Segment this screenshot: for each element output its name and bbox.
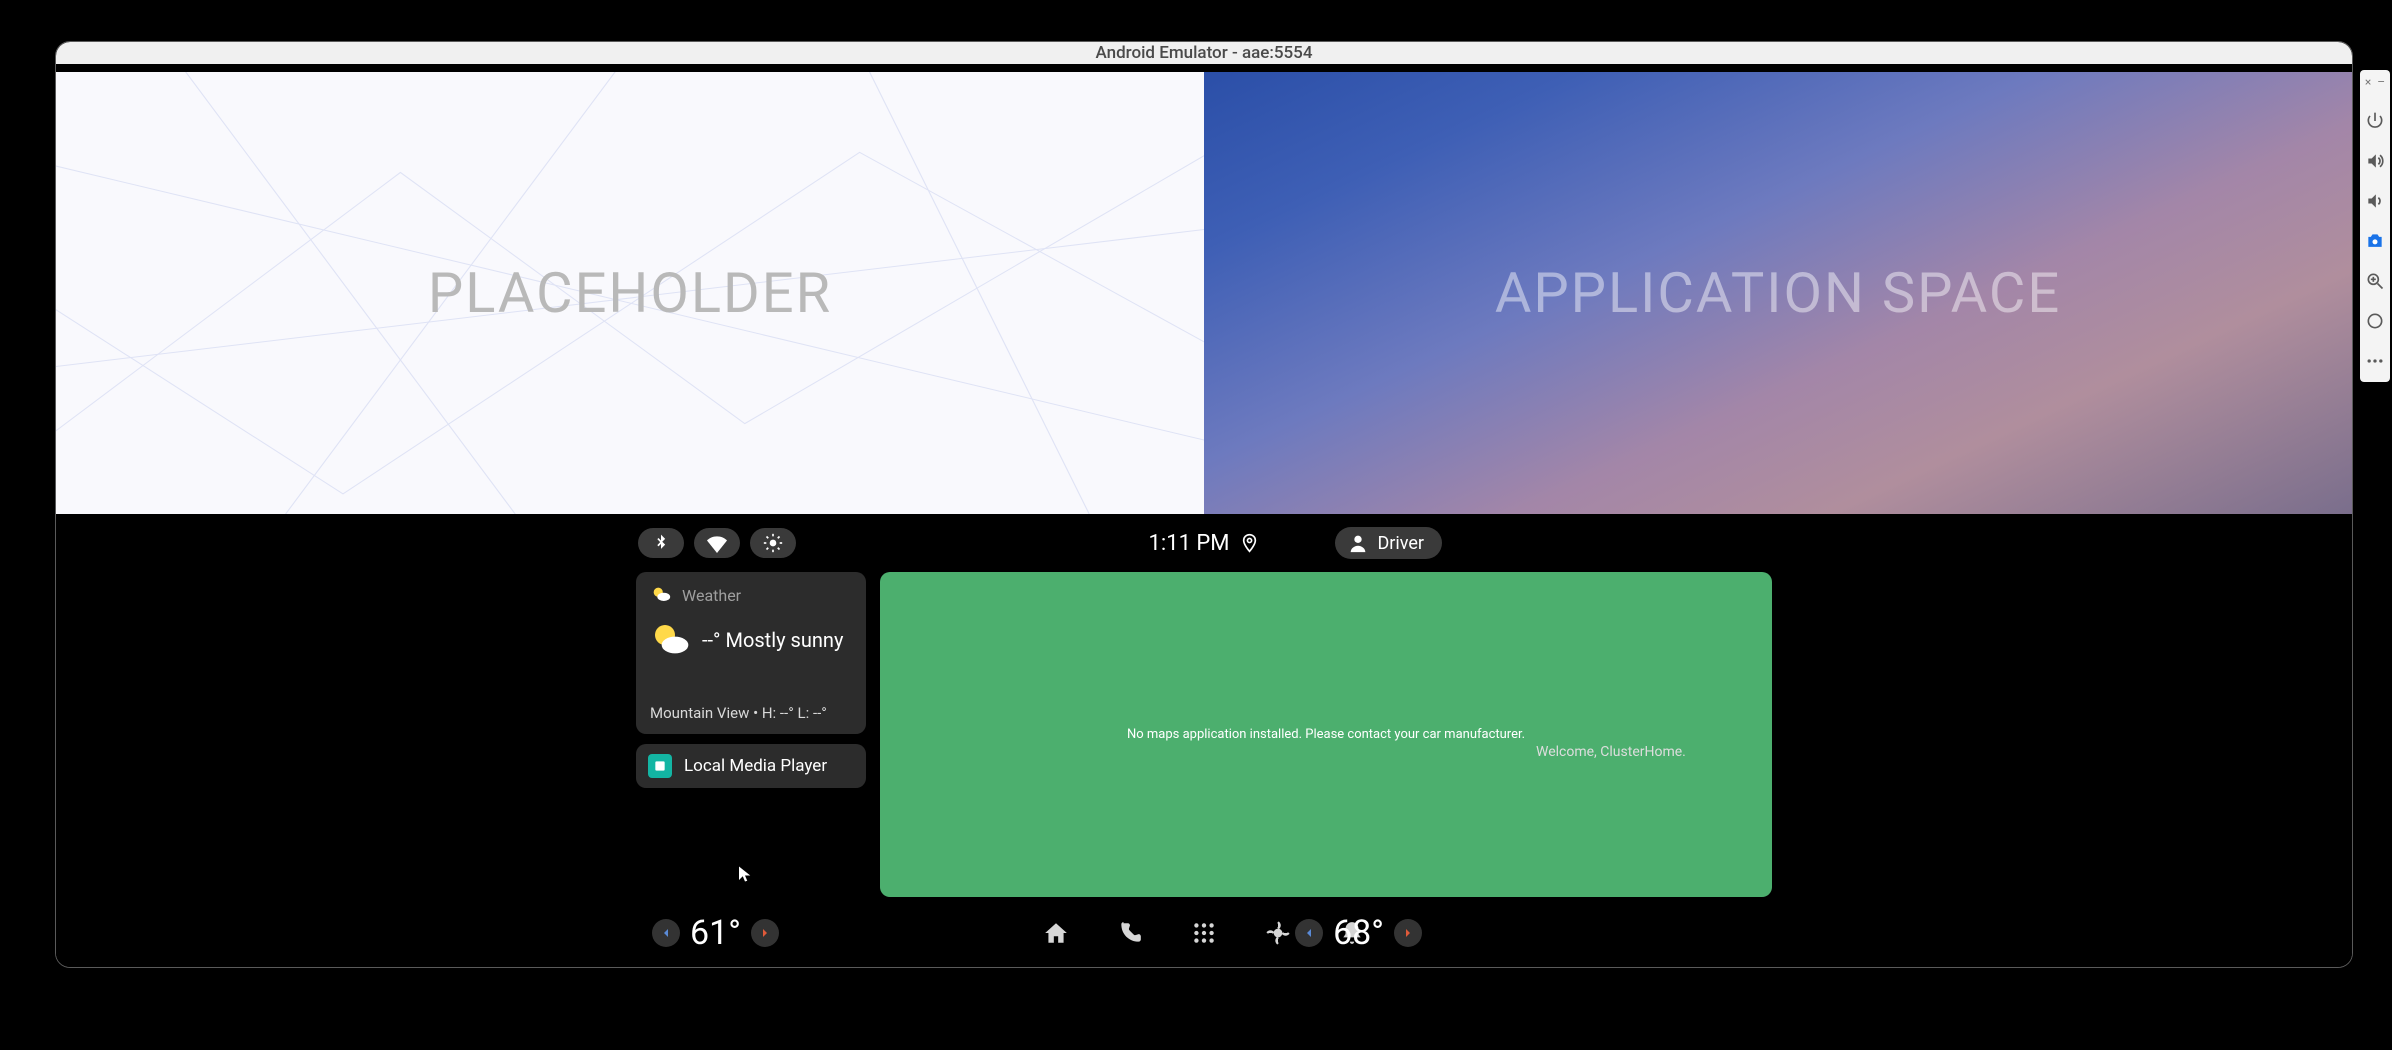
emulator-window: Android Emulator - aae:5554 (56, 42, 2352, 967)
temp-right-up[interactable] (1394, 919, 1422, 947)
phone-button[interactable] (1116, 919, 1144, 947)
welcome-text: Welcome, ClusterHome. (1536, 744, 1686, 760)
user-label: Driver (1377, 533, 1424, 554)
weather-main: --° Mostly sunny (650, 620, 852, 660)
back-button[interactable] (2364, 310, 2386, 332)
climate-right: 68° (1295, 913, 1422, 953)
clock: 1:11 PM (1149, 531, 1260, 556)
emulator-body: PLACEHOLDER APPLICATION SPACE (56, 64, 2352, 967)
car-launcher: 1:11 PM Driver (56, 514, 2352, 967)
screenshot-button[interactable] (2364, 230, 2386, 252)
map-message: No maps application installed. Please co… (1127, 727, 1525, 742)
hvac-button[interactable] (1264, 919, 1292, 947)
media-label: Local Media Player (684, 756, 827, 776)
emulator-title: Android Emulator - aae:5554 (56, 42, 2352, 64)
volume-up-button[interactable] (2364, 150, 2386, 172)
brightness-toggle[interactable] (750, 528, 796, 558)
temp-left-down[interactable] (652, 919, 680, 947)
home-button[interactable] (1042, 919, 1070, 947)
weather-card[interactable]: Weather --° Mostly sunny Mountain View •… (636, 572, 866, 734)
bluetooth-toggle[interactable] (638, 528, 684, 558)
media-card[interactable]: Local Media Player (636, 744, 866, 788)
placeholder-panel: PLACEHOLDER (56, 72, 1204, 514)
weather-main-text: --° Mostly sunny (702, 628, 843, 652)
application-space-label: APPLICATION SPACE (1495, 260, 2061, 326)
clock-time: 1:11 PM (1149, 531, 1230, 556)
temp-right-value: 68° (1333, 913, 1384, 953)
left-card-column: Weather --° Mostly sunny Mountain View •… (636, 572, 866, 897)
emulator-side-toolbar: × – (2360, 70, 2390, 382)
map-card[interactable]: No maps application installed. Please co… (880, 572, 1772, 897)
status-pill-group (638, 528, 796, 558)
user-profile-button[interactable]: Driver (1335, 527, 1442, 559)
weather-card-header: Weather (650, 584, 852, 606)
volume-down-button[interactable] (2364, 190, 2386, 212)
more-button[interactable] (2364, 350, 2386, 372)
close-button[interactable]: × (2365, 76, 2371, 88)
cards-row: Weather --° Mostly sunny Mountain View •… (636, 572, 1772, 897)
temp-left-up[interactable] (751, 919, 779, 947)
weather-sub-text: Mountain View • H: --° L: --° (650, 704, 852, 722)
cursor-icon (736, 865, 754, 883)
wifi-toggle[interactable] (694, 528, 740, 558)
nav-bar: 61° 68° (56, 909, 2352, 957)
application-space-panel: APPLICATION SPACE (1204, 72, 2352, 514)
top-split: PLACEHOLDER APPLICATION SPACE (56, 72, 2352, 514)
minimize-button[interactable]: – (2377, 76, 2385, 88)
person-icon (1347, 532, 1369, 554)
weather-icon (650, 584, 672, 606)
climate-left: 61° (652, 913, 779, 953)
power-button[interactable] (2364, 110, 2386, 132)
media-icon (648, 754, 672, 778)
apps-button[interactable] (1190, 919, 1218, 947)
weather-icon-large (650, 620, 690, 660)
zoom-button[interactable] (2364, 270, 2386, 292)
temp-left-value: 61° (690, 913, 741, 953)
location-icon (1239, 533, 1259, 553)
temp-right-down[interactable] (1295, 919, 1323, 947)
placeholder-label: PLACEHOLDER (428, 260, 832, 326)
weather-header-label: Weather (682, 586, 741, 605)
status-bar: 1:11 PM Driver (56, 522, 2352, 564)
